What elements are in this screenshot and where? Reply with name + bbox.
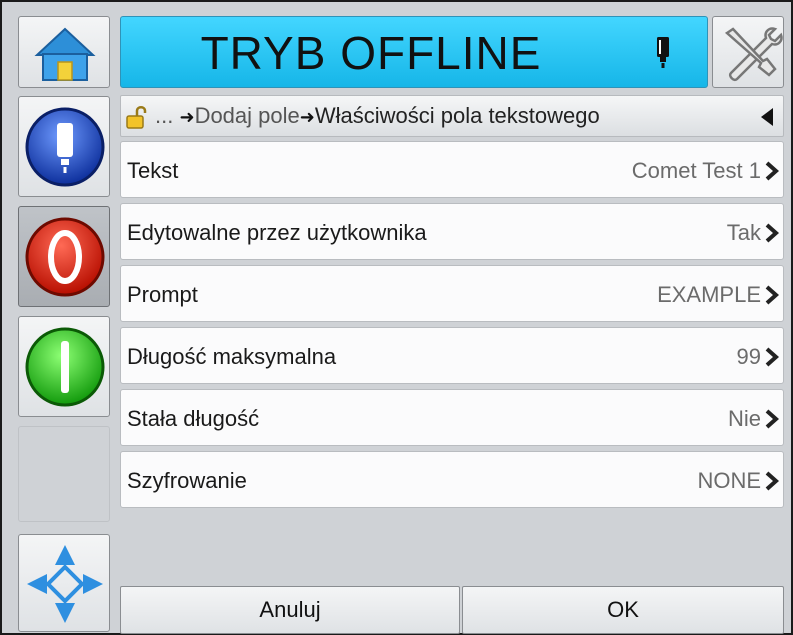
row-label: Długość maksymalna <box>127 344 337 369</box>
chevron-right-icon <box>765 223 780 243</box>
ink-status-icon <box>25 107 105 187</box>
row-value: Comet Test 1 <box>631 158 761 183</box>
screen-frame: TRYB OFFLINE ... ➜Dodaj pole➜Właściwości… <box>0 0 793 635</box>
title-bar: TRYB OFFLINE <box>120 16 708 88</box>
row-label: Edytowalne przez użytkownika <box>127 220 427 245</box>
page-title: TRYB OFFLINE <box>200 27 542 79</box>
row-value: 99 <box>736 344 761 369</box>
field-row-szyfrowanie[interactable]: Szyfrowanie NONE <box>120 451 784 508</box>
breadcrumb-trail: ... ➜Dodaj pole➜Właściwości pola tekstow… <box>155 103 600 129</box>
navigation-arrows-icon <box>27 545 103 623</box>
field-row-tekst[interactable]: Tekst Comet Test 1 <box>120 141 784 198</box>
row-label: Szyfrowanie <box>127 468 247 493</box>
breadcrumb-arrow-icon: ➜ <box>179 107 195 127</box>
row-value: Tak <box>726 220 761 245</box>
row-value: Nie <box>727 406 761 431</box>
breadcrumb: ... ➜Dodaj pole➜Właściwości pola tekstow… <box>120 95 784 137</box>
breadcrumb-item-dodaj-pole[interactable]: Dodaj pole <box>195 103 300 128</box>
start-button[interactable] <box>18 316 110 417</box>
stop-button[interactable] <box>18 206 110 307</box>
wrench-screwdriver-icon <box>724 27 783 81</box>
empty-slot <box>18 426 110 522</box>
field-row-dlugosc-maksymalna[interactable]: Długość maksymalna 99 <box>120 327 784 384</box>
status-button[interactable] <box>18 96 110 197</box>
home-button[interactable] <box>18 16 110 88</box>
chevron-right-icon <box>765 285 780 305</box>
chevron-right-icon <box>765 161 780 181</box>
field-row-prompt[interactable]: Prompt EXAMPLE <box>120 265 784 322</box>
back-triangle-icon[interactable] <box>759 107 775 127</box>
row-value: EXAMPLE <box>657 282 761 307</box>
row-label: Prompt <box>127 282 198 307</box>
field-row-edytowalne[interactable]: Edytowalne przez użytkownika Tak <box>120 203 784 260</box>
row-value: NONE <box>697 468 761 493</box>
navigation-button[interactable] <box>18 534 110 632</box>
ink-cartridge-icon <box>657 37 669 68</box>
ok-button[interactable]: OK <box>462 586 784 634</box>
chevron-right-icon <box>765 471 780 491</box>
chevron-right-icon <box>765 347 780 367</box>
stop-icon <box>25 217 105 297</box>
breadcrumb-arrow-icon: ➜ <box>299 107 315 127</box>
field-row-stala-dlugosc[interactable]: Stała długość Nie <box>120 389 784 446</box>
cancel-button[interactable]: Anuluj <box>120 586 460 634</box>
home-icon <box>34 27 96 81</box>
breadcrumb-ellipsis[interactable]: ... <box>155 103 173 128</box>
unlocked-padlock-icon <box>126 106 147 129</box>
tools-button[interactable] <box>712 16 784 88</box>
row-label: Tekst <box>127 158 179 183</box>
breadcrumb-item-current: Właściwości pola tekstowego <box>314 103 600 128</box>
row-label: Stała długość <box>127 406 260 431</box>
chevron-right-icon <box>765 409 780 429</box>
start-icon <box>25 327 105 407</box>
